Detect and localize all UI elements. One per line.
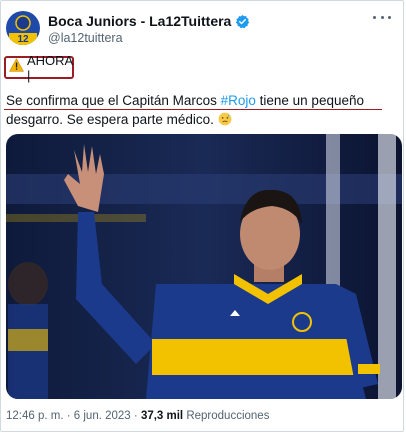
name-row: Boca Juniors - La12Tuittera xyxy=(48,12,250,30)
tweet-time[interactable]: 12:46 p. m. xyxy=(6,410,64,422)
more-options-icon[interactable] xyxy=(373,13,391,21)
views-label: Reproducciones xyxy=(183,410,270,422)
sad-face-icon xyxy=(218,112,232,127)
user-handle[interactable]: @la12tuittera xyxy=(48,31,123,45)
player-photo xyxy=(6,134,402,399)
warning-icon xyxy=(9,58,24,77)
avatar-text: 12 xyxy=(17,34,29,45)
meta-separator: · xyxy=(63,410,74,422)
display-name[interactable]: Boca Juniors - La12Tuittera xyxy=(48,13,231,29)
tweet-card: 12 Boca Juniors - La12Tuittera @la12tuit… xyxy=(0,0,404,432)
avatar[interactable]: 12 xyxy=(6,11,40,45)
view-count: 37,3 mil xyxy=(140,410,184,422)
tweet-date[interactable]: 6 jun. 2023 xyxy=(74,410,131,422)
ahora-badge: AHORA | xyxy=(4,53,74,83)
tweet-text: Se confirma que el Capitán Marcos #Rojo … xyxy=(6,91,402,129)
highlight-underline xyxy=(4,109,382,110)
verified-badge-icon xyxy=(235,14,250,29)
tweet-photo[interactable] xyxy=(6,134,402,399)
avatar-logo: 12 xyxy=(6,11,40,45)
ahora-label: AHORA | xyxy=(27,52,73,83)
meta-separator: · xyxy=(130,410,141,422)
tweet-meta: 12:46 p. m. · 6 jun. 2023 · 37,3 mil Rep… xyxy=(6,410,269,422)
tweet-text-part1: Se confirma que el Capitán Marcos xyxy=(6,93,221,108)
hashtag-link[interactable]: #Rojo xyxy=(221,93,256,108)
